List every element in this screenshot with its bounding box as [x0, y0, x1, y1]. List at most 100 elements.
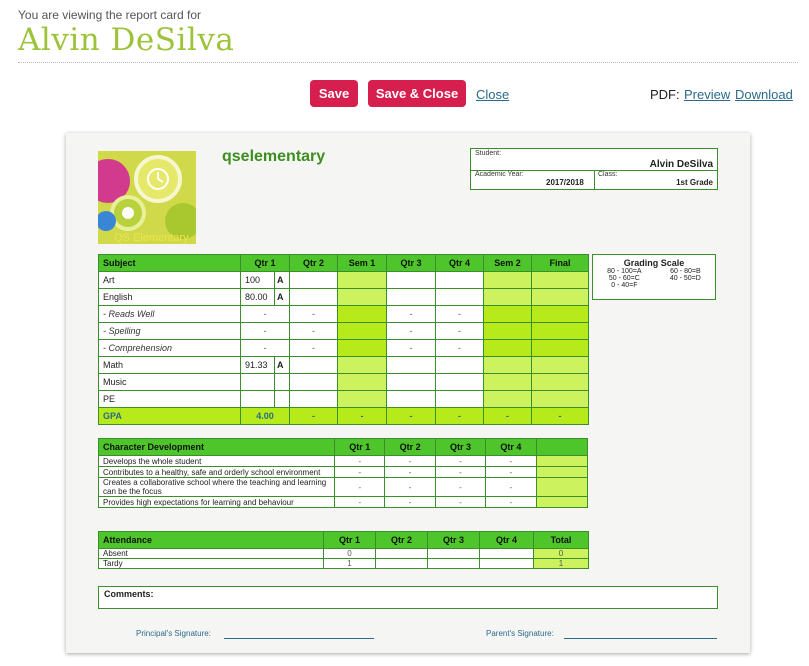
grades-row: English 80.00 A: [98, 288, 590, 306]
school-logo: QS Elementary: [98, 151, 196, 244]
principal-signature-line: [224, 638, 374, 639]
save-button[interactable]: Save: [310, 80, 358, 107]
attendance-table: Attendance Qtr 1 Qtr 2 Qtr 3 Qtr 4 Total…: [98, 531, 589, 569]
subject-cell: Art: [98, 271, 241, 289]
grades-row: - Reads Well - - - -: [98, 305, 590, 323]
qtr1-cell: 100: [240, 271, 275, 289]
qtr1-cell: 1: [323, 558, 376, 569]
character-development-table: Character Development Qtr 1 Qtr 2 Qtr 3 …: [97, 438, 589, 508]
qtr4-cell: -: [435, 305, 485, 323]
qtr4-cell: [435, 356, 485, 374]
subject-cell: - Spelling: [98, 322, 241, 340]
scale-entry: 40 - 50=D: [669, 275, 701, 282]
qtr1-cell: [240, 373, 275, 391]
qtr1-letter-cell: A: [273, 288, 291, 306]
sem2-cell: [483, 356, 533, 374]
subject-cell: Math: [98, 356, 241, 374]
qtr1-letter-cell: A: [273, 356, 291, 374]
final-cell: [531, 288, 590, 306]
header-attendance: Attendance: [98, 531, 324, 549]
divider: [18, 62, 798, 63]
student-info-box: Student: Alvin DeSilva Academic Year: 20…: [470, 148, 718, 190]
pdf-download-link[interactable]: Download: [735, 87, 793, 102]
logo-text: QS Elementary: [114, 232, 189, 244]
sem1-cell: [337, 271, 388, 289]
subject-cell: - Reads Well: [98, 305, 241, 323]
character-label-cell: Contributes to a healthy, safe and order…: [97, 466, 336, 478]
header-character: Character Development: [97, 438, 336, 456]
qtr1-cell: -: [239, 305, 291, 323]
gpa-sem1: -: [337, 407, 388, 425]
qtr2-cell: -: [384, 466, 436, 478]
qtr3-cell: -: [386, 305, 437, 323]
header-qtr2: Qtr 2: [289, 254, 339, 272]
class-value: 1st Grade: [676, 178, 713, 187]
scale-entry: 80 - 100=A: [607, 268, 642, 275]
save-close-button[interactable]: Save & Close: [368, 80, 466, 107]
qtr3-cell: [386, 390, 437, 408]
header-qtr3: Qtr 3: [386, 254, 437, 272]
sem2-cell: [483, 390, 533, 408]
qtr4-cell: [435, 271, 485, 289]
qtr4-cell: -: [485, 496, 537, 508]
school-logo-gears-icon: [98, 151, 196, 244]
qtr4-cell: [435, 288, 485, 306]
total-cell: 0: [533, 548, 589, 559]
qtr1-cell: [240, 390, 275, 408]
qtr3-cell: -: [386, 322, 437, 340]
grading-scale-box: Grading Scale 80 - 100=A 50 - 60=C 0 - 4…: [592, 254, 716, 300]
qtr1-cell: -: [239, 322, 291, 340]
qtr2-cell: -: [289, 322, 339, 340]
qtr2-cell: [289, 271, 339, 289]
qtr2-cell: [289, 390, 339, 408]
qtr2-cell: [375, 558, 428, 569]
total-cell: 1: [533, 558, 589, 569]
qtr4-cell: [479, 558, 534, 569]
final-cell: [531, 356, 590, 374]
grading-scale-title: Grading Scale: [623, 258, 685, 268]
attendance-header-row: Attendance Qtr 1 Qtr 2 Qtr 3 Qtr 4 Total: [98, 531, 589, 549]
qtr1-cell: 91.33: [240, 356, 275, 374]
gpa-qtr3: -: [386, 407, 437, 425]
final-cell: [531, 390, 590, 408]
qtr4-cell: -: [485, 455, 537, 467]
character-row: Contributes to a healthy, safe and order…: [97, 466, 589, 478]
qtr4-cell: -: [485, 477, 537, 497]
school-name: qselementary: [222, 148, 326, 165]
final-cell: [531, 271, 590, 289]
sem2-cell: [483, 339, 533, 357]
header-total: Total: [533, 531, 589, 549]
grades-header-row: Subject Qtr 1 Qtr 2 Sem 1 Qtr 3 Qtr 4 Se…: [98, 254, 590, 272]
sem1-cell: [337, 339, 388, 357]
sem2-cell: [483, 322, 533, 340]
qtr1-letter-cell: A: [273, 271, 291, 289]
qtr2-cell: [289, 288, 339, 306]
qtr1-cell: -: [334, 466, 386, 478]
qtr2-cell: [375, 548, 428, 559]
pdf-label: PDF:: [650, 87, 680, 102]
attendance-label-cell: Tardy: [98, 558, 324, 569]
close-link[interactable]: Close: [476, 87, 509, 102]
sem1-cell: [337, 390, 388, 408]
scale-entry: 60 - 80=B: [670, 268, 701, 275]
qtr2-cell: -: [384, 496, 436, 508]
grades-row: - Spelling - - - -: [98, 322, 590, 340]
pdf-preview-link[interactable]: Preview: [684, 87, 730, 102]
subject-cell: English: [98, 288, 241, 306]
character-label-cell: Provides high expectations for learning …: [97, 496, 336, 508]
intro-text: You are viewing the report card for: [18, 8, 201, 22]
total-cell: [535, 477, 589, 497]
qtr2-cell: -: [384, 477, 436, 497]
parent-signature-line: [564, 638, 717, 639]
qtr4-cell: -: [435, 339, 485, 357]
header-sem1: Sem 1: [337, 254, 388, 272]
character-row: Develops the whole student - - - -: [97, 455, 589, 467]
gpa-qtr1: 4.00: [239, 407, 291, 425]
qtr4-cell: [435, 373, 485, 391]
header-qtr4: Qtr 4: [485, 438, 537, 456]
academic-year-label: Academic Year:: [475, 171, 524, 178]
header-qtr1: Qtr 1: [323, 531, 376, 549]
character-row: Provides high expectations for learning …: [97, 496, 589, 508]
header-sem2: Sem 2: [483, 254, 533, 272]
qtr3-cell: [386, 288, 437, 306]
